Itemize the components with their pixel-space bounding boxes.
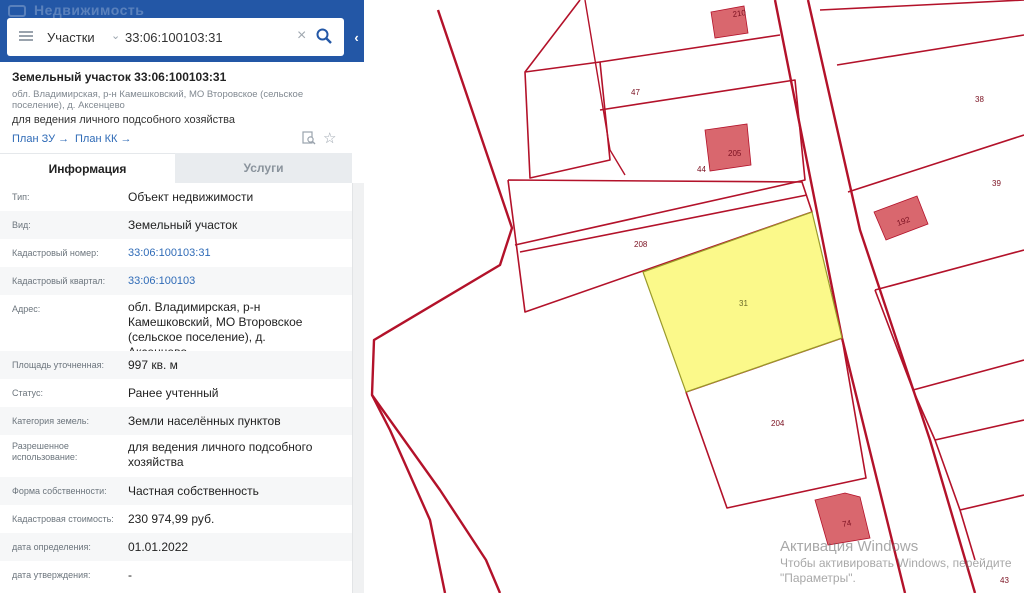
info-label: Вид:	[12, 220, 31, 230]
info-row-area: Площадь уточненная: 997 кв. м	[0, 351, 352, 379]
info-value: для ведения личного подсобного хозяйства	[128, 440, 313, 469]
info-value: Ранее учтенный	[128, 386, 219, 400]
parcel-label-31: 31	[739, 299, 748, 308]
chevron-down-icon[interactable]: ⌄	[111, 29, 120, 42]
logo-icon	[8, 5, 26, 18]
watermark-line-1: Чтобы активировать Windows, перейдите	[780, 556, 1012, 570]
parcel-boundary-44[interactable]	[514, 79, 806, 246]
info-value: Земельный участок	[128, 218, 238, 232]
info-label: дата определения:	[12, 542, 91, 552]
watermark-title: Активация Windows	[780, 538, 919, 555]
preview-icon[interactable]	[302, 131, 316, 145]
info-row-cadastral-number: Кадастровый номер: 33:06:100103:31	[0, 239, 352, 267]
info-row-approval-date: дата утверждения: -	[0, 561, 352, 589]
tabs: Информация Услуги	[0, 153, 352, 183]
parcel-label-38: 38	[975, 95, 984, 104]
info-row-ownership: Форма собственности: Частная собственнос…	[0, 477, 352, 505]
search-icon[interactable]	[316, 28, 332, 44]
parcel-label-208: 208	[634, 240, 648, 249]
parcel-label-39: 39	[992, 179, 1001, 188]
info-value: Объект недвижимости	[128, 190, 254, 204]
settlement-boundary	[370, 9, 514, 593]
info-value: 230 974,99 руб.	[128, 512, 215, 526]
info-label: Кадастровый квартал:	[12, 276, 106, 286]
info-row-land-category: Категория земель: Земли населённых пункт…	[0, 407, 352, 435]
parcel-label-204: 204	[771, 419, 785, 428]
brand-name: Недвижимость	[34, 2, 145, 18]
clear-icon[interactable]: ×	[297, 27, 306, 45]
star-icon[interactable]: ☆	[323, 129, 336, 147]
info-label: Форма собственности:	[12, 486, 107, 496]
search-input[interactable]	[125, 26, 297, 48]
info-label: Тип:	[12, 192, 30, 202]
parcel-boundary-47[interactable]	[524, 61, 611, 179]
panel-scrollbar[interactable]	[352, 183, 364, 593]
cadastral-number-link[interactable]: 33:06:100103:31	[128, 246, 343, 261]
info-value: 997 кв. м	[128, 358, 178, 372]
windows-activation-watermark: Активация Windows Чтобы активировать Win…	[780, 538, 1024, 586]
plan-kk-link[interactable]: План КК →	[75, 133, 131, 145]
info-row-kind: Вид: Земельный участок	[0, 211, 352, 239]
info-value: 01.01.2022	[128, 540, 189, 554]
parcel-label-47: 47	[631, 88, 640, 97]
parcel-label-205: 205	[728, 149, 742, 158]
building-205[interactable]	[704, 123, 752, 172]
info-table: Тип: Объект недвижимости Вид: Земельный …	[0, 183, 352, 593]
parcel-label-44: 44	[697, 165, 706, 174]
info-row-cadastral-quarter: Кадастровый квартал: 33:06:100103	[0, 267, 352, 295]
ravine-line	[584, 0, 626, 176]
info-label: Кадастровая стоимость:	[12, 514, 114, 524]
search-box: Участки ⌄ ×	[7, 18, 344, 56]
brand-logo: Недвижимость	[8, 2, 144, 18]
info-label: Площадь уточненная:	[12, 360, 104, 370]
info-row-type: Тип: Объект недвижимости	[0, 183, 352, 211]
info-label: дата утверждения:	[12, 570, 91, 580]
settlement-boundary-south	[370, 394, 447, 593]
object-title: Земельный участок 33:06:100103:31	[12, 70, 227, 84]
info-row-status: Статус: Ранее учтенный	[0, 379, 352, 407]
info-value: Земли населённых пунктов	[128, 414, 281, 428]
info-value: Частная собственность	[128, 484, 259, 498]
tab-services[interactable]: Услуги	[175, 153, 352, 183]
info-label: Статус:	[12, 388, 43, 398]
object-purpose: для ведения личного подсобного хозяйства	[12, 114, 235, 126]
parcel-boundary-top-right[interactable]	[819, 0, 1024, 11]
info-label: Разрешенное использование:	[12, 441, 78, 462]
info-row-permitted-use: Разрешенное использование: для ведения л…	[0, 435, 352, 477]
info-label: Кадастровый номер:	[12, 248, 99, 258]
object-address: обл. Владимирская, р-н Камешковский, МО …	[12, 89, 304, 111]
tab-information[interactable]: Информация	[0, 153, 175, 183]
search-header: Недвижимость Участки ⌄ × ‹	[0, 0, 364, 62]
info-row-determination-date: дата определения: 01.01.2022	[0, 533, 352, 561]
collapse-panel-button[interactable]: ‹	[349, 24, 364, 52]
cadastral-quarter-link[interactable]: 33:06:100103	[128, 274, 343, 289]
watermark-line-2: "Параметры".	[780, 571, 856, 585]
plan-zu-link[interactable]: План ЗУ →	[12, 133, 69, 145]
parcel-label-210: 210	[732, 8, 747, 19]
info-row-cadastral-value: Кадастровая стоимость: 230 974,99 руб.	[0, 505, 352, 533]
object-info-panel: Недвижимость Участки ⌄ × ‹ Земельный уча…	[0, 0, 364, 593]
info-label: Категория земель:	[12, 416, 89, 426]
search-type-select[interactable]: Участки	[47, 30, 95, 45]
menu-icon[interactable]	[19, 31, 33, 42]
info-row-address: Адрес: обл. Владимирская, р-н Камешковск…	[0, 295, 352, 359]
info-label: Адрес:	[12, 304, 41, 314]
info-value: -	[128, 568, 132, 582]
